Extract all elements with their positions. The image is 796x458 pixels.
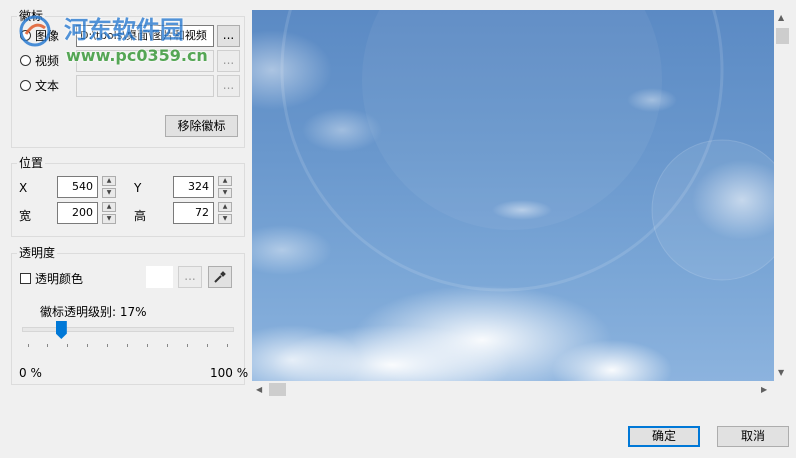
scroll-down-icon[interactable]: ▼ — [778, 368, 784, 377]
slider-tick — [166, 344, 168, 347]
site-logo — [18, 14, 52, 48]
slider-tick — [107, 344, 109, 347]
transparent-color-checkbox-row[interactable]: 透明颜色 — [20, 270, 83, 286]
slider-tick — [146, 344, 148, 347]
slider-tick — [87, 344, 89, 347]
browse-image-button[interactable]: ... — [217, 25, 240, 47]
transparent-color-label: 透明颜色 — [35, 271, 84, 286]
scroll-up-icon[interactable]: ▲ — [778, 13, 784, 22]
width-up-icon[interactable]: ▲ — [102, 202, 116, 212]
site-logo-url: www.pc0359.cn — [66, 46, 208, 65]
height-down-icon[interactable]: ▼ — [218, 214, 232, 224]
remove-watermark-button[interactable]: 移除徽标 — [165, 115, 238, 137]
height-up-icon[interactable]: ▲ — [218, 202, 232, 212]
slider-tick — [226, 344, 228, 347]
y-input[interactable]: 324 — [173, 176, 214, 198]
opacity-min-label: 0 % — [19, 366, 42, 380]
site-logo-icon — [19, 15, 51, 47]
vertical-scroll-thumb[interactable] — [776, 28, 789, 44]
opacity-max-label: 100 % — [210, 366, 249, 380]
radio-video-circle[interactable] — [20, 54, 31, 66]
slider-tick — [67, 344, 69, 347]
opacity-group-title: 透明度 — [17, 246, 58, 260]
eyedropper-icon — [214, 271, 226, 283]
slider-tick — [186, 344, 188, 347]
site-logo-name: 河东软件园 — [64, 16, 184, 44]
opacity-slider[interactable] — [22, 320, 234, 350]
x-down-icon[interactable]: ▼ — [102, 188, 116, 198]
preview-image — [252, 10, 774, 381]
horizontal-scrollbar[interactable]: ◀ ▶ — [252, 381, 774, 398]
x-label: X — [19, 181, 28, 195]
opacity-level-label: 徽标透明级别: 17% — [40, 305, 147, 319]
radio-text-circle[interactable] — [20, 79, 31, 91]
y-down-icon[interactable]: ▼ — [218, 188, 232, 198]
transparent-color-checkbox[interactable] — [20, 272, 31, 284]
x-up-icon[interactable]: ▲ — [102, 176, 116, 186]
browse-text-button: ... — [217, 75, 240, 97]
width-label: 宽 — [19, 209, 32, 223]
vertical-scrollbar[interactable]: ▲ ▼ — [774, 10, 791, 381]
scroll-right-icon[interactable]: ▶ — [761, 385, 767, 394]
ok-button[interactable]: 确定 — [628, 426, 700, 447]
eyedropper-button[interactable] — [208, 266, 232, 288]
radio-text[interactable]: 文本 — [20, 77, 59, 93]
slider-track — [22, 327, 234, 332]
slider-tick — [127, 344, 128, 347]
radio-video[interactable]: 视频 — [20, 52, 59, 68]
radio-text-label: 文本 — [35, 78, 60, 93]
horizontal-scroll-thumb[interactable] — [269, 383, 286, 396]
width-input[interactable]: 200 — [57, 202, 98, 224]
width-spinner[interactable]: ▲ ▼ — [102, 202, 116, 224]
position-group-title: 位置 — [17, 156, 46, 170]
y-label: Y — [134, 181, 142, 195]
slider-tick — [206, 344, 208, 347]
height-spinner[interactable]: ▲ ▼ — [218, 202, 232, 224]
browse-video-button: ... — [217, 50, 240, 72]
y-spinner[interactable]: ▲ ▼ — [218, 176, 232, 198]
y-up-icon[interactable]: ▲ — [218, 176, 232, 186]
width-down-icon[interactable]: ▼ — [102, 214, 116, 224]
x-spinner[interactable]: ▲ ▼ — [102, 176, 116, 198]
x-input[interactable]: 540 — [57, 176, 98, 198]
height-label: 高 — [134, 209, 147, 223]
cancel-button[interactable]: 取消 — [717, 426, 789, 447]
scroll-left-icon[interactable]: ◀ — [256, 385, 262, 394]
position-group — [11, 163, 245, 237]
color-swatch[interactable] — [146, 266, 173, 288]
radio-video-label: 视频 — [35, 53, 60, 68]
height-input[interactable]: 72 — [173, 202, 214, 224]
slider-thumb[interactable] — [55, 321, 67, 339]
slider-tick — [47, 344, 49, 347]
color-browse-button: ... — [178, 266, 202, 288]
text-field — [76, 75, 214, 97]
slider-tick — [27, 344, 29, 347]
sky-clouds-image — [252, 10, 774, 381]
